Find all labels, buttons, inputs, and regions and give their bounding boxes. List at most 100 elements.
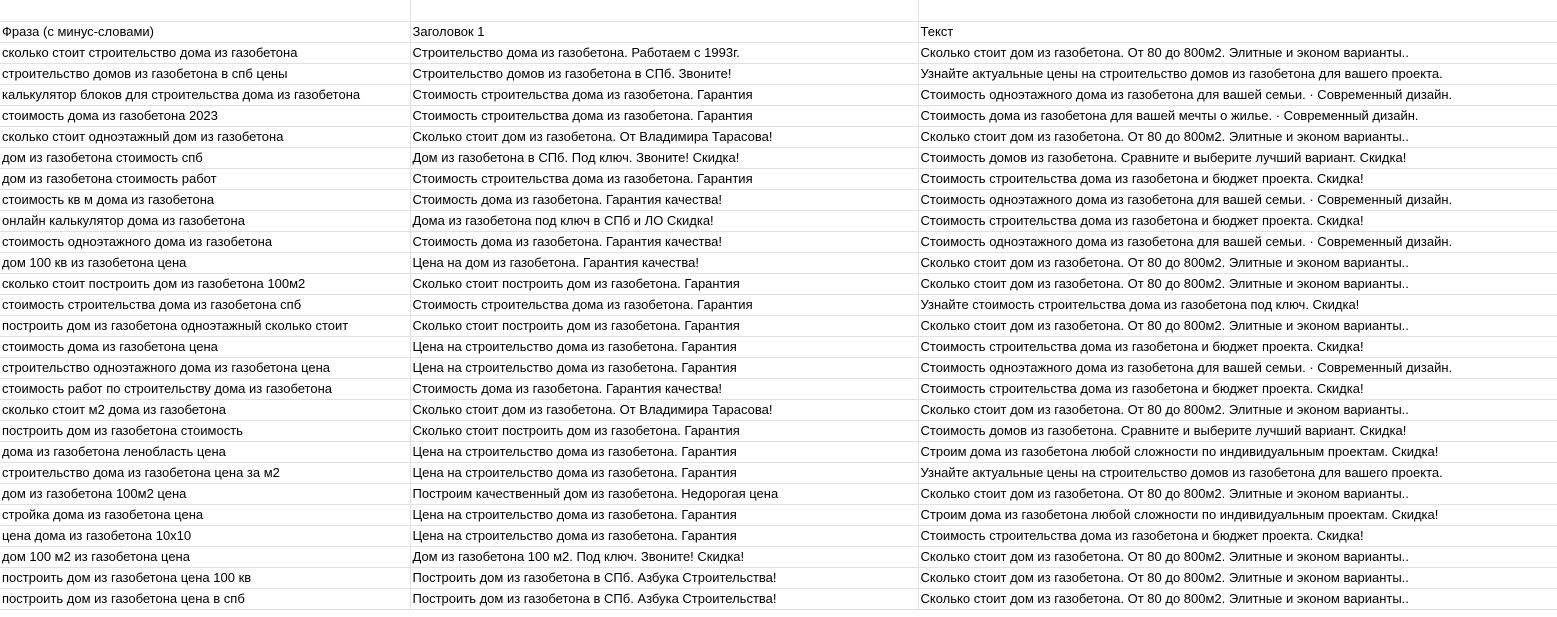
title-cell[interactable]: Цена на строительство дома из газобетона… <box>410 441 919 463</box>
table-row: строительство дома из газобетона цена за… <box>0 462 1557 484</box>
title-cell[interactable]: Цена на строительство дома из газобетона… <box>410 462 919 484</box>
title-cell[interactable]: Строительство дома из газобетона. Работа… <box>410 42 919 64</box>
title-cell[interactable]: Сколько стоит дом из газобетона. От Влад… <box>410 399 919 421</box>
text-cell[interactable]: Стоимость строительства дома из газобето… <box>918 378 1557 400</box>
phrase-cell[interactable]: сколько стоит м2 дома из газобетона <box>0 399 411 421</box>
header-cell-phrase[interactable]: Фраза (с минус-словами) <box>0 21 411 43</box>
title-cell[interactable]: Стоимость строительства дома из газобето… <box>410 105 919 127</box>
title-cell[interactable]: Стоимость строительства дома из газобето… <box>410 294 919 316</box>
title-cell[interactable]: Стоимость дома из газобетона. Гарантия к… <box>410 231 919 253</box>
header-cell-text[interactable]: Текст <box>918 21 1557 43</box>
table-row: сколько стоит построить дом из газобетон… <box>0 273 1557 295</box>
title-cell[interactable]: Строительство домов из газобетона в СПб.… <box>410 63 919 85</box>
phrase-cell[interactable]: цена дома из газобетона 10х10 <box>0 525 411 547</box>
phrase-cell[interactable]: стоимость одноэтажного дома из газобетон… <box>0 231 411 253</box>
table-row: стройка дома из газобетона цена Цена на с… <box>0 504 1557 526</box>
title-cell[interactable]: Цена на строительство дома из газобетона… <box>410 357 919 379</box>
text-cell[interactable]: Сколько стоит дом из газобетона. От 80 д… <box>918 399 1557 421</box>
phrase-cell[interactable]: дом из газобетона стоимость работ <box>0 168 411 190</box>
phrase-cell[interactable]: дом из газобетона стоимость спб <box>0 147 411 169</box>
header-cell-title[interactable]: Заголовок 1 <box>410 21 919 43</box>
table-row: строительство домов из газобетона в спб … <box>0 63 1557 85</box>
title-cell[interactable]: Сколько стоит построить дом из газобетон… <box>410 315 919 337</box>
table-row: стоимость дома из газобетона цена Цена на… <box>0 336 1557 358</box>
table-row: стоимость одноэтажного дома из газобетон… <box>0 231 1557 253</box>
table-row: дом из газобетона стоимость спб Дом из га… <box>0 147 1557 169</box>
table-row: построить дом из газобетона цена в спб По… <box>0 588 1557 610</box>
text-cell[interactable]: Узнайте стоимость строительства дома из … <box>918 294 1557 316</box>
empty-cell[interactable] <box>410 0 919 22</box>
text-cell[interactable]: Стоимость одноэтажного дома из газобетон… <box>918 189 1557 211</box>
empty-cell[interactable] <box>0 0 411 22</box>
title-cell[interactable]: Стоимость дома из газобетона. Гарантия к… <box>410 378 919 400</box>
text-cell[interactable]: Стоимость домов из газобетона. Сравните … <box>918 420 1557 442</box>
phrase-cell[interactable]: строительство дома из газобетона цена за… <box>0 462 411 484</box>
title-cell[interactable]: Дома из газобетона под ключ в СПб и ЛО С… <box>410 210 919 232</box>
phrase-cell[interactable]: сколько стоит строительство дома из газо… <box>0 42 411 64</box>
phrase-cell[interactable]: стройка дома из газобетона цена <box>0 504 411 526</box>
phrase-cell[interactable]: калькулятор блоков для строительства дом… <box>0 84 411 106</box>
text-cell[interactable]: Стоимость строительства дома из газобето… <box>918 525 1557 547</box>
phrase-cell[interactable]: построить дом из газобетона цена в спб <box>0 588 411 610</box>
text-cell[interactable]: Сколько стоит дом из газобетона. От 80 д… <box>918 567 1557 589</box>
phrase-cell[interactable]: сколько стоит построить дом из газобетон… <box>0 273 411 295</box>
data-table: Фраза (с минус-словами) Заголовок 1 Текс… <box>0 0 1557 610</box>
text-cell[interactable]: Стоимость одноэтажного дома из газобетон… <box>918 357 1557 379</box>
text-cell[interactable]: Сколько стоит дом из газобетона. От 80 д… <box>918 42 1557 64</box>
title-cell[interactable]: Построить дом из газобетона в СПб. Азбук… <box>410 567 919 589</box>
title-cell[interactable]: Цена на строительство дома из газобетона… <box>410 525 919 547</box>
title-cell[interactable]: Сколько стоит построить дом из газобетон… <box>410 420 919 442</box>
text-cell[interactable]: Сколько стоит дом из газобетона. От 80 д… <box>918 126 1557 148</box>
phrase-cell[interactable]: дома из газобетона ленобласть цена <box>0 441 411 463</box>
text-cell[interactable]: Стоимость домов из газобетона. Сравните … <box>918 147 1557 169</box>
phrase-cell[interactable]: стоимость дома из газобетона 2023 <box>0 105 411 127</box>
title-cell[interactable]: Сколько стоит дом из газобетона. От Влад… <box>410 126 919 148</box>
text-cell[interactable]: Строим дома из газобетона любой сложност… <box>918 441 1557 463</box>
phrase-cell[interactable]: дом из газобетона 100м2 цена <box>0 483 411 505</box>
title-cell[interactable]: Сколько стоит построить дом из газобетон… <box>410 273 919 295</box>
phrase-cell[interactable]: строительство одноэтажного дома из газоб… <box>0 357 411 379</box>
title-cell[interactable]: Дом из газобетона 100 м2. Под ключ. Звон… <box>410 546 919 568</box>
phrase-cell[interactable]: дом 100 м2 из газобетона цена <box>0 546 411 568</box>
text-cell[interactable]: Стоимость одноэтажного дома из газобетон… <box>918 84 1557 106</box>
title-cell[interactable]: Цена на строительство дома из газобетона… <box>410 504 919 526</box>
title-cell[interactable]: Дом из газобетона в СПб. Под ключ. Звони… <box>410 147 919 169</box>
text-cell[interactable]: Узнайте актуальные цены на строительство… <box>918 63 1557 85</box>
title-cell[interactable]: Построить дом из газобетона в СПб. Азбук… <box>410 588 919 610</box>
phrase-cell[interactable]: онлайн калькулятор дома из газобетона <box>0 210 411 232</box>
text-cell[interactable]: Стоимость строительства дома из газобето… <box>918 336 1557 358</box>
title-cell[interactable]: Стоимость строительства дома из газобето… <box>410 84 919 106</box>
phrase-cell[interactable]: построить дом из газобетона стоимость <box>0 420 411 442</box>
text-cell[interactable]: Сколько стоит дом из газобетона. От 80 д… <box>918 588 1557 610</box>
text-cell[interactable]: Строим дома из газобетона любой сложност… <box>918 504 1557 526</box>
phrase-cell[interactable]: стоимость дома из газобетона цена <box>0 336 411 358</box>
title-cell[interactable]: Построим качественный дом из газобетона.… <box>410 483 919 505</box>
table-row: онлайн калькулятор дома из газобетона Дом… <box>0 210 1557 232</box>
title-cell[interactable]: Цена на дом из газобетона. Гарантия каче… <box>410 252 919 274</box>
text-cell[interactable]: Сколько стоит дом из газобетона. От 80 д… <box>918 273 1557 295</box>
table-row: цена дома из газобетона 10х10 Цена на стр… <box>0 525 1557 547</box>
phrase-cell[interactable]: построить дом из газобетона одноэтажный … <box>0 315 411 337</box>
text-cell[interactable]: Стоимость одноэтажного дома из газобетон… <box>918 231 1557 253</box>
phrase-cell[interactable]: построить дом из газобетона цена 100 кв <box>0 567 411 589</box>
text-cell[interactable]: Стоимость дома из газобетона для вашей м… <box>918 105 1557 127</box>
phrase-cell[interactable]: дом 100 кв из газобетона цена <box>0 252 411 274</box>
text-cell[interactable]: Сколько стоит дом из газобетона. От 80 д… <box>918 483 1557 505</box>
title-cell[interactable]: Стоимость дома из газобетона. Гарантия к… <box>410 189 919 211</box>
text-cell[interactable]: Стоимость строительства дома из газобето… <box>918 210 1557 232</box>
phrase-cell[interactable]: стоимость кв м дома из газобетона <box>0 189 411 211</box>
table-row: построить дом из газобетона стоимость Ско… <box>0 420 1557 442</box>
phrase-cell[interactable]: стоимость работ по строительству дома из… <box>0 378 411 400</box>
text-cell[interactable]: Сколько стоит дом из газобетона. От 80 д… <box>918 546 1557 568</box>
title-cell[interactable]: Стоимость строительства дома из газобето… <box>410 168 919 190</box>
header-row: Фраза (с минус-словами) Заголовок 1 Текс… <box>0 21 1557 43</box>
text-cell[interactable]: Сколько стоит дом из газобетона. От 80 д… <box>918 315 1557 337</box>
phrase-cell[interactable]: строительство домов из газобетона в спб … <box>0 63 411 85</box>
title-cell[interactable]: Цена на строительство дома из газобетона… <box>410 336 919 358</box>
phrase-cell[interactable]: стоимость строительства дома из газобето… <box>0 294 411 316</box>
empty-cell[interactable] <box>918 0 1557 22</box>
phrase-cell[interactable]: сколько стоит одноэтажный дом из газобет… <box>0 126 411 148</box>
text-cell[interactable]: Узнайте актуальные цены на строительство… <box>918 462 1557 484</box>
text-cell[interactable]: Сколько стоит дом из газобетона. От 80 д… <box>918 252 1557 274</box>
text-cell[interactable]: Стоимость строительства дома из газобето… <box>918 168 1557 190</box>
